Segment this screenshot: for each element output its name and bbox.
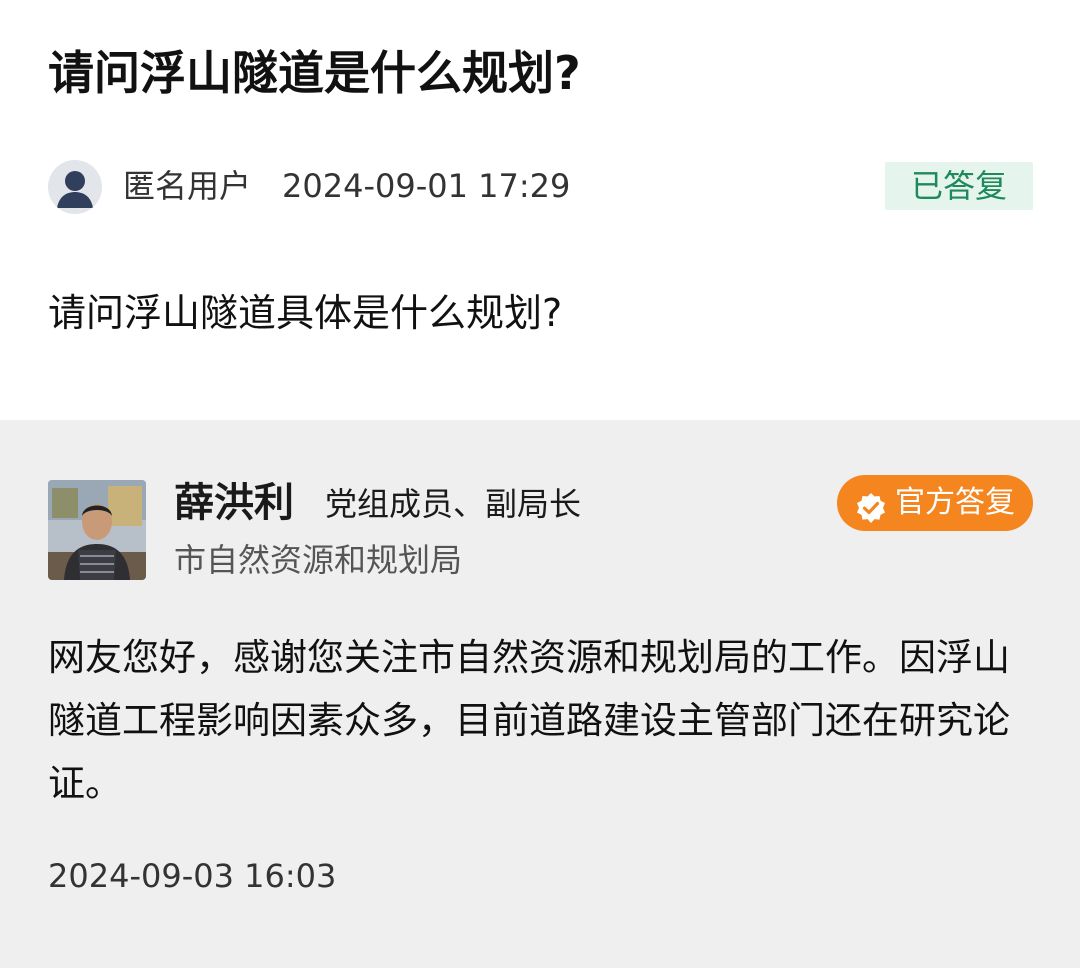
responder-department: 市自然资源和规划局 xyxy=(174,541,463,579)
question-meta: 匿名用户 2024-09-01 17:29 已答复 xyxy=(48,158,1033,214)
asker-name: 匿名用户 xyxy=(123,167,252,205)
official-reply-badge: 官方答复 xyxy=(837,475,1033,531)
responder-name: 薛洪利 xyxy=(174,480,294,526)
anonymous-avatar-icon xyxy=(48,160,102,214)
question-card: 请问浮山隧道是什么规划? 匿名用户 2024-09-01 17:29 已答复 请… xyxy=(0,0,1080,420)
reply-text: 网友您好，感谢您关注市自然资源和规划局的工作。因浮山隧道工程影响因素众多，目前道… xyxy=(48,636,1010,805)
status-badge: 已答复 xyxy=(885,162,1033,210)
responder-avatar[interactable] xyxy=(48,480,146,580)
asked-timestamp: 2024-09-01 17:29 xyxy=(282,167,571,205)
answer-card: 薛洪利 党组成员、副局长 市自然资源和规划局 官方答复 网友您好，感谢您关注市自… xyxy=(0,420,1080,968)
question-title: 请问浮山隧道是什么规划? xyxy=(48,46,581,100)
responder-title: 党组成员、副局长 xyxy=(325,485,582,523)
reply-timestamp: 2024-09-03 16:03 xyxy=(48,857,337,895)
question-body: 请问浮山隧道具体是什么规划? xyxy=(48,291,563,335)
official-badge-label: 官方答复 xyxy=(895,485,1015,520)
verified-check-icon xyxy=(855,487,887,523)
